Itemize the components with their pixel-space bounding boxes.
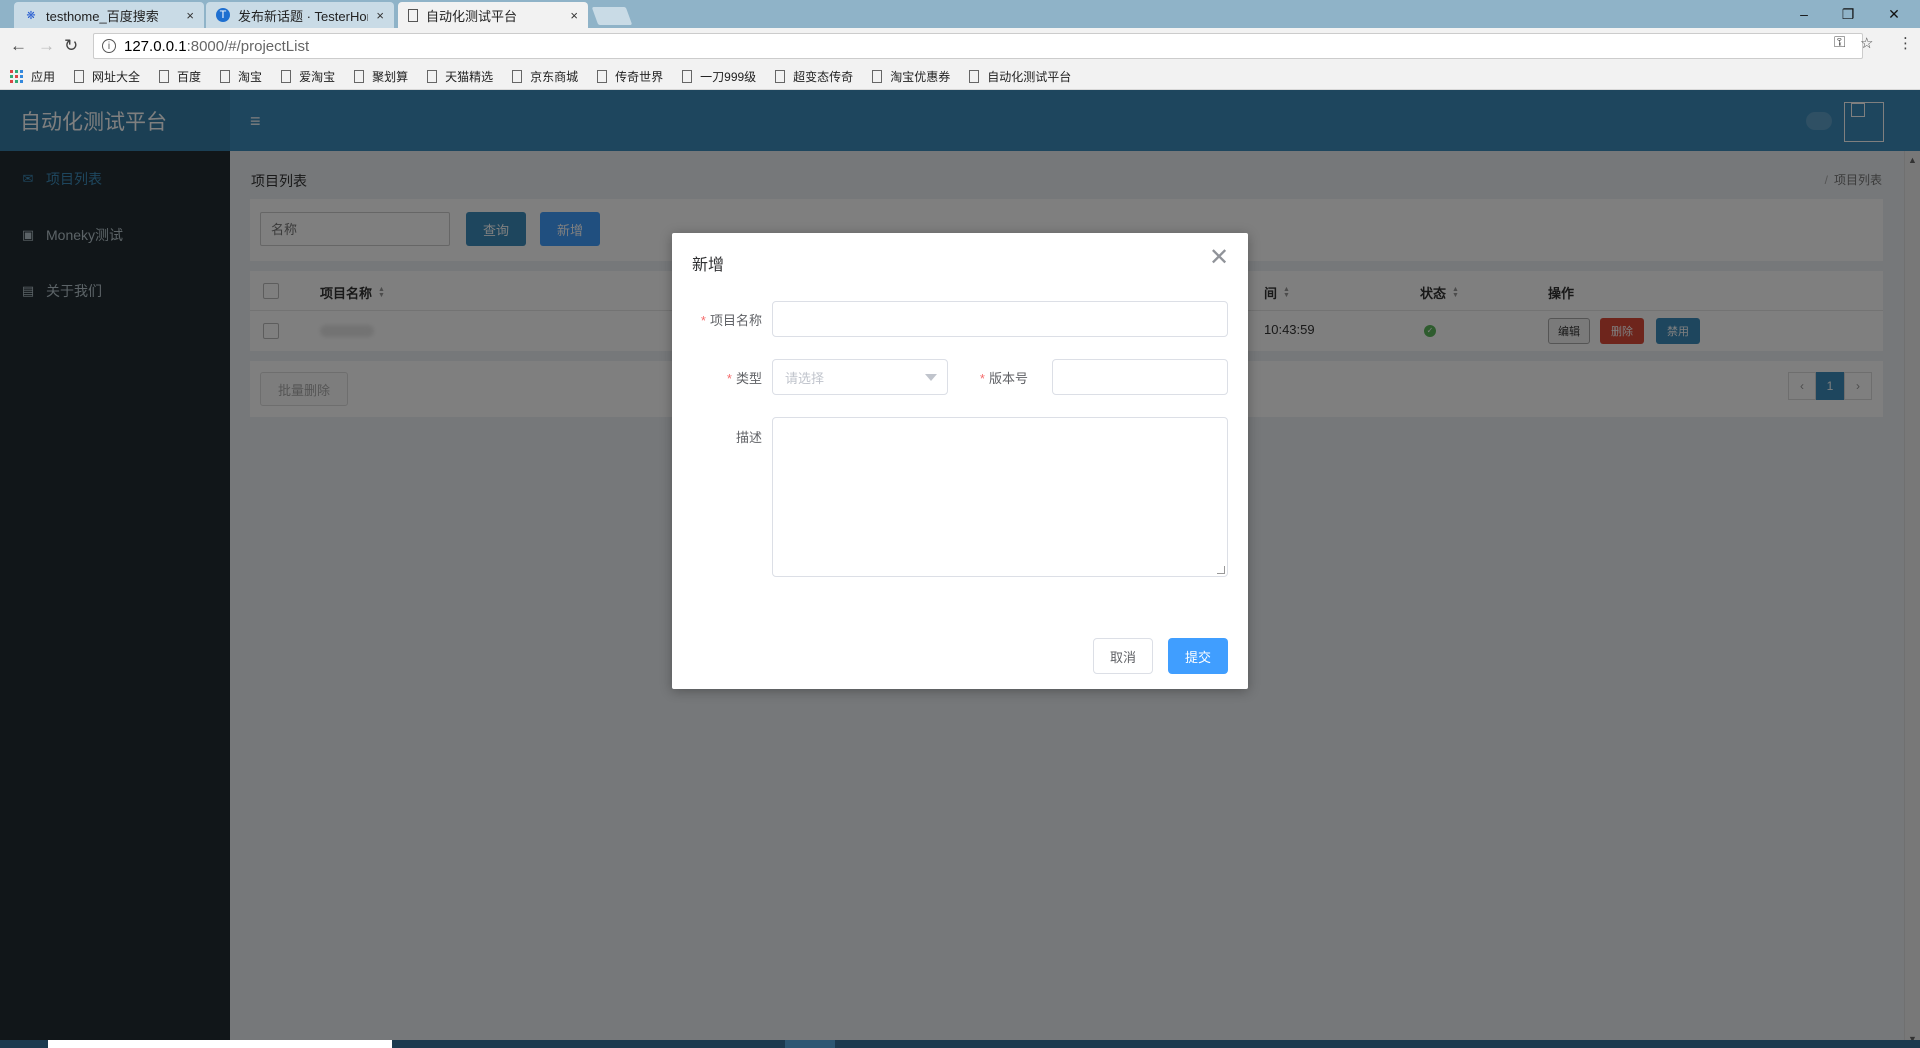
label-text: 类型 xyxy=(735,371,762,386)
star-icon[interactable]: ☆ xyxy=(1860,34,1873,52)
testerhome-shield-icon: T xyxy=(216,8,230,22)
url-path: :8000/#/projectList xyxy=(186,37,310,55)
required-mark: * xyxy=(979,371,985,386)
bookmark-label: 天猫精选 xyxy=(445,70,494,84)
version-input[interactable] xyxy=(1052,359,1228,395)
back-arrow-icon[interactable]: ← xyxy=(10,36,27,56)
new-tab-button[interactable] xyxy=(591,7,633,25)
bookmark-label: 百度 xyxy=(177,70,202,84)
close-tab-icon[interactable]: × xyxy=(376,8,384,23)
close-tab-icon[interactable]: × xyxy=(570,8,578,23)
page-icon xyxy=(969,70,980,83)
bookmark-label: 聚划算 xyxy=(372,70,409,84)
page-icon xyxy=(220,70,231,83)
required-mark: * xyxy=(700,313,706,328)
restore-icon[interactable]: ❐ xyxy=(1826,4,1870,24)
tab-title: 自动化测试平台 xyxy=(426,8,518,24)
page-icon xyxy=(74,70,85,83)
bookmark-item[interactable]: 淘宝 xyxy=(220,68,262,85)
tab-title: testhome_百度搜索 xyxy=(46,8,159,24)
bookmark-item[interactable]: 网址大全 xyxy=(74,68,140,85)
bookmark-item[interactable]: 聚划算 xyxy=(354,68,408,85)
browser-tab-testerhome[interactable]: T 发布新话题 · TesterHome × xyxy=(206,2,394,28)
project-name-input[interactable] xyxy=(772,301,1228,337)
page-icon xyxy=(427,70,438,83)
page-icon xyxy=(354,70,365,83)
browser-tab-bar: ❋ testhome_百度搜索 × T 发布新话题 · TesterHome ×… xyxy=(0,0,1920,28)
page-icon xyxy=(682,70,693,83)
required-mark: * xyxy=(726,371,732,386)
tab-title: 发布新话题 · TesterHome xyxy=(238,8,368,24)
submit-button[interactable]: 提交 xyxy=(1168,638,1228,674)
bookmark-item[interactable]: 爱淘宝 xyxy=(281,68,335,85)
label-text: 版本号 xyxy=(988,371,1028,386)
key-icon[interactable]: ⚿ xyxy=(1834,34,1845,51)
kebab-menu-icon[interactable]: ⋮ xyxy=(1898,34,1913,52)
bookmark-item[interactable]: 一刀999级 xyxy=(682,68,756,85)
bookmark-label: 自动化测试平台 xyxy=(987,70,1072,84)
taskbar-item[interactable] xyxy=(785,1040,835,1048)
close-icon[interactable]: ✕ xyxy=(1208,246,1230,270)
description-label: 描述 xyxy=(735,430,762,445)
info-icon[interactable]: i xyxy=(102,39,116,53)
url-host: 127.0.0.1 xyxy=(124,37,187,55)
page-icon xyxy=(512,70,523,83)
url-field[interactable]: i 127.0.0.1:8000/#/projectList xyxy=(93,33,1863,59)
version-label: * 版本号 xyxy=(962,368,1028,387)
description-textarea[interactable] xyxy=(772,417,1228,577)
bookmark-item[interactable]: 百度 xyxy=(159,68,201,85)
forward-arrow-icon[interactable]: → xyxy=(38,36,55,56)
page-icon xyxy=(775,70,786,83)
taskbar-item[interactable] xyxy=(48,1040,392,1048)
page-icon xyxy=(597,70,608,83)
bookmark-label: 京东商城 xyxy=(530,70,579,84)
bookmark-label: 网址大全 xyxy=(92,70,141,84)
dialog-title: 新增 xyxy=(692,257,725,274)
window-close-icon[interactable]: ✕ xyxy=(1872,4,1916,24)
type-select[interactable]: 请选择 xyxy=(772,359,948,395)
page-icon xyxy=(281,70,292,83)
reload-icon[interactable]: ↻ xyxy=(64,36,78,56)
bookmark-label: 一刀999级 xyxy=(700,70,757,84)
bookmark-label: 应用 xyxy=(31,70,56,84)
page-icon xyxy=(408,8,418,22)
address-bar-row: ← → ↻ i 127.0.0.1:8000/#/projectList ⚿ ☆… xyxy=(0,28,1920,64)
browser-tab-baidu[interactable]: ❋ testhome_百度搜索 × xyxy=(14,2,204,28)
bookmark-item[interactable]: 京东商城 xyxy=(512,68,578,85)
bookmark-label: 淘宝 xyxy=(238,70,263,84)
bookmark-label: 淘宝优惠券 xyxy=(890,70,951,84)
minimize-icon[interactable]: – xyxy=(1782,4,1826,24)
os-taskbar xyxy=(0,1040,1920,1048)
bookmark-item[interactable]: 超变态传奇 xyxy=(775,68,853,85)
bookmark-item[interactable]: 淘宝优惠券 xyxy=(872,68,950,85)
baidu-paw-icon: ❋ xyxy=(26,9,36,22)
bookmark-item[interactable]: 传奇世界 xyxy=(597,68,663,85)
browser-tab-platform[interactable]: 自动化测试平台 × xyxy=(398,2,588,28)
resize-handle-icon[interactable] xyxy=(1217,566,1225,574)
label-text: 项目名称 xyxy=(709,313,762,328)
bookmark-item[interactable]: 天猫精选 xyxy=(427,68,493,85)
cancel-button[interactable]: 取消 xyxy=(1093,638,1153,674)
select-placeholder: 请选择 xyxy=(785,370,825,386)
page-icon xyxy=(159,70,170,83)
bookmark-label: 传奇世界 xyxy=(615,70,664,84)
page-icon xyxy=(872,70,883,83)
project-name-label: * 项目名称 xyxy=(692,310,762,329)
bookmark-apps[interactable]: 应用 xyxy=(10,68,55,85)
apps-grid-icon xyxy=(10,70,23,83)
bookmark-item[interactable]: 自动化测试平台 xyxy=(969,68,1071,85)
bookmark-label: 超变态传奇 xyxy=(793,70,854,84)
close-tab-icon[interactable]: × xyxy=(186,8,194,23)
bookmark-label: 爱淘宝 xyxy=(299,70,336,84)
add-project-dialog: 新增 ✕ * 项目名称 * 类型 请选择 * 版本号 描述 取消 提交 xyxy=(672,233,1248,689)
type-label: * 类型 xyxy=(692,368,762,387)
bookmarks-bar: 应用 网址大全 百度 淘宝 爱淘宝 聚划算 天猫精选 京东商城 传奇世界 一刀9… xyxy=(0,64,1920,90)
caret-down-icon xyxy=(925,374,937,381)
